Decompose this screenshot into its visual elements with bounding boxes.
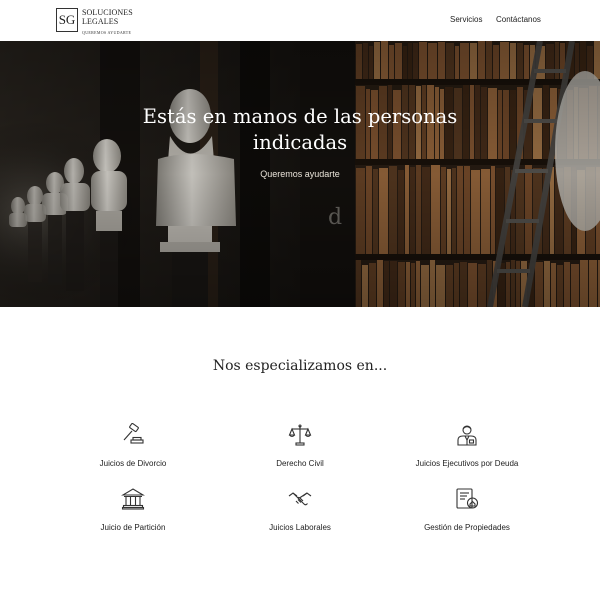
logo-tagline: QUEREMOS AYUDARTE xyxy=(82,30,132,35)
hero-subtitle: Queremos ayudarte xyxy=(260,169,340,179)
service-label: Gestión de Propiedades xyxy=(424,523,510,532)
service-label: Juicio de Partición xyxy=(100,523,166,532)
logo-text: SOLUCIONES LEGALES QUEREMOS AYUDARTE xyxy=(82,8,133,37)
gavel-icon xyxy=(123,423,144,444)
service-divorcio[interactable]: Juicios de Divorcio xyxy=(48,423,218,468)
executive-icon xyxy=(457,425,477,446)
property-document-icon xyxy=(456,488,479,509)
service-propiedades[interactable]: Gestión de Propiedades xyxy=(382,487,552,532)
handshake-icon xyxy=(288,492,312,506)
service-label: Juicios Ejecutivos por Deuda xyxy=(415,459,519,468)
service-label: Juicios de Divorcio xyxy=(99,459,167,468)
logo[interactable]: SG SOLUCIONES LEGALES QUEREMOS AYUDARTE xyxy=(56,8,133,37)
nav-servicios[interactable]: Servicios xyxy=(450,15,482,24)
hero-title: Estás en manos de las personas indicadas xyxy=(0,104,600,156)
courthouse-icon xyxy=(121,488,145,510)
service-derecho-civil[interactable]: Derecho Civil xyxy=(215,423,385,468)
site-header: SG SOLUCIONES LEGALES QUEREMOS AYUDARTE … xyxy=(0,0,600,41)
hero-title-line-1: Estás en manos de las personas xyxy=(142,105,458,128)
hero-title-line-2: indicadas xyxy=(252,131,348,154)
service-ejecutivos-deuda[interactable]: Juicios Ejecutivos por Deuda xyxy=(382,423,552,468)
service-label: Derecho Civil xyxy=(276,459,324,468)
logo-line-2: LEGALES xyxy=(82,17,119,26)
nav-contactanos[interactable]: Contáctanos xyxy=(496,15,541,24)
scales-icon xyxy=(288,424,312,446)
service-label: Juicios Laborales xyxy=(269,523,331,532)
logo-line-1: SOLUCIONES xyxy=(82,8,133,17)
hero-banner: d Estás en manos de las personas indicad… xyxy=(0,41,600,307)
service-laborales[interactable]: Juicios Laborales xyxy=(215,487,385,532)
specialties-title: Nos especializamos en... xyxy=(212,358,388,374)
service-particion[interactable]: Juicio de Partición xyxy=(48,487,218,532)
logo-mark: SG xyxy=(56,8,78,32)
